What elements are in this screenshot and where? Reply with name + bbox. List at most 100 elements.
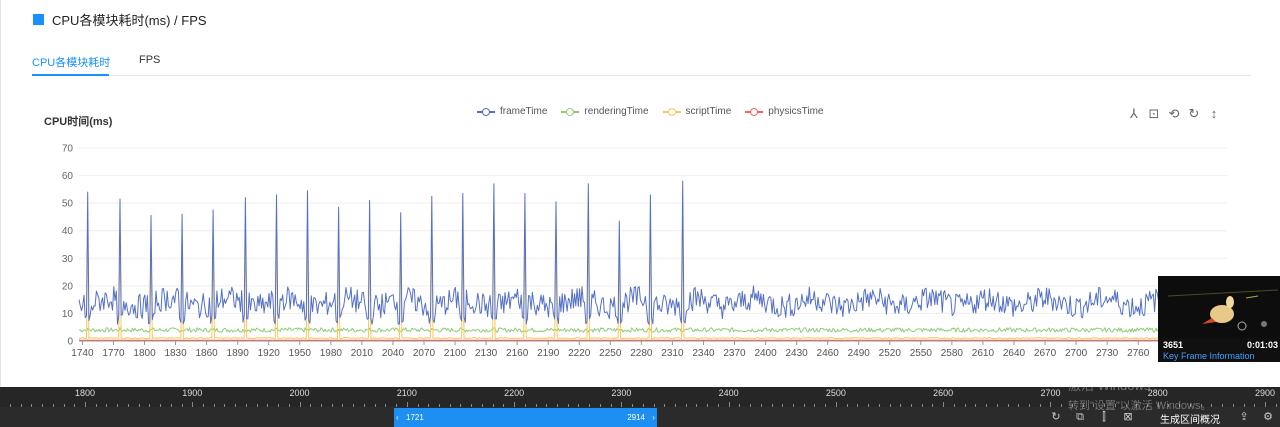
y-tick-label: 30 <box>62 254 74 265</box>
resize-icon[interactable]: ↕ <box>1207 106 1221 122</box>
y-tick-label: 40 <box>62 226 74 237</box>
timeline-tick-label: 1800 <box>74 388 96 398</box>
x-tick-label: 2220 <box>568 348 591 359</box>
x-tick-label: 2190 <box>537 348 560 359</box>
x-tick-label: 2400 <box>754 348 777 359</box>
x-tick-label: 1770 <box>102 348 125 359</box>
tab-fps[interactable]: FPS <box>139 54 160 66</box>
x-tick-label: 2010 <box>351 348 374 359</box>
refresh-icon[interactable]: ↻ <box>1187 106 1201 122</box>
range-end-label: 2914 <box>627 413 645 422</box>
range-selector[interactable]: ‹ 1721 2914 › <box>394 408 657 427</box>
cpu-time-chart[interactable]: 0 10 20 30 40 50 60 70 1740 1770 1800 1830 1860 1890 1… <box>1 130 1241 360</box>
panel-header: CPU各模块耗时(ms) / FPS <box>33 10 207 29</box>
x-tick-label: 2760 <box>1127 348 1150 359</box>
legend-label: frameTime <box>500 106 548 117</box>
x-tick-label: 2670 <box>1034 348 1057 359</box>
x-tick-label: 1860 <box>195 348 218 359</box>
timeline-tick-label: 1900 <box>182 388 203 398</box>
x-tick-label: 1920 <box>258 348 281 359</box>
range-right-handle-icon[interactable]: › <box>652 413 655 422</box>
tab-cpu-modules[interactable]: CPU各模块耗时 <box>32 54 110 70</box>
timeline-tick-label: 2500 <box>825 388 846 398</box>
share-icon[interactable]: ⇪ <box>1236 409 1252 425</box>
y-tick-label: 0 <box>67 337 73 348</box>
legend-item-scripttime[interactable]: scriptTime <box>662 106 732 117</box>
timeline-tick-label: 2700 <box>1040 388 1061 398</box>
x-tick-label: 2250 <box>599 348 622 359</box>
y-tick-label: 20 <box>62 281 74 292</box>
legend-label: renderingTime <box>584 106 649 117</box>
timeline-tick-label: 2200 <box>504 388 525 398</box>
key-frame-number: 3651 <box>1163 340 1184 350</box>
timeline-tick-label: 2300 <box>611 388 632 398</box>
x-tick-label: 2340 <box>692 348 715 359</box>
x-tick-label: 2370 <box>723 348 746 359</box>
x-tick-label: 1950 <box>289 348 312 359</box>
x-tick-label: 1740 <box>71 348 94 359</box>
timeline-tick-label: 2100 <box>396 388 417 398</box>
key-frame-thumbnail <box>1158 276 1280 338</box>
key-frame-popup[interactable]: 3651 0:01:03 Key Frame Information <box>1158 276 1280 362</box>
x-tick-label: 2550 <box>910 348 933 359</box>
legend-item-frametime[interactable]: frameTime <box>477 106 547 117</box>
restore-icon[interactable]: ⟲ <box>1167 106 1181 122</box>
x-tick-label: 1980 <box>320 348 343 359</box>
generate-summary-button[interactable]: 生成区间概况 <box>1160 411 1220 426</box>
range-left-handle-icon[interactable]: ‹ <box>396 413 399 422</box>
windows-watermark: 激活 Windows <box>1068 378 1151 393</box>
timeline-tick-label: 2000 <box>289 388 310 398</box>
chart-legend: frameTime renderingTime scriptTime physi… <box>477 106 823 117</box>
x-tick-label: 2730 <box>1096 348 1119 359</box>
x-tick-label: 2640 <box>1003 348 1026 359</box>
key-frame-caption: Key Frame Information <box>1163 351 1255 361</box>
x-tick-label: 2430 <box>785 348 808 359</box>
x-tick-label: 2100 <box>444 348 467 359</box>
chart-toolbox: ⅄ ⊡ ⟲ ↻ ↕ <box>1127 106 1221 122</box>
timeline-tick-label: 2600 <box>933 388 954 398</box>
key-frame-time: 0:01:03 <box>1246 340 1278 350</box>
y-axis-label: CPU时间(ms) <box>44 116 113 128</box>
panel-title: CPU各模块耗时(ms) / FPS <box>52 13 207 28</box>
zoom-icon[interactable]: ⅄ <box>1127 106 1141 122</box>
x-tick-label: 2130 <box>475 348 498 359</box>
timeline-tick-label: 2900 <box>1254 388 1276 398</box>
reload-icon[interactable]: ↻ <box>1048 409 1064 425</box>
x-tick-label: 1890 <box>227 348 250 359</box>
settings-icon[interactable]: ⚙ <box>1260 409 1276 425</box>
timeline-tick-label: 2400 <box>718 388 739 398</box>
tab-active-indicator <box>32 74 109 76</box>
series-line-renderingtime <box>78 327 1227 333</box>
legend-marker-icon <box>745 107 764 117</box>
legend-marker-icon <box>477 107 495 117</box>
y-tick-label: 70 <box>62 144 74 155</box>
windows-watermark-hint: 转到"设置"以激活 Windows。 <box>1068 400 1212 412</box>
x-tick-label: 1830 <box>164 348 187 359</box>
legend-marker-icon <box>561 107 580 117</box>
y-tick-label: 10 <box>62 309 74 320</box>
x-tick-label: 2580 <box>941 348 964 359</box>
x-tick-label: 2610 <box>972 348 995 359</box>
y-tick-label: 60 <box>62 171 74 182</box>
x-tick-label: 2520 <box>879 348 902 359</box>
series-line-frametime <box>78 180 1228 325</box>
legend-marker-icon <box>662 107 681 117</box>
x-tick-label: 2460 <box>817 348 840 359</box>
zoom-reset-icon[interactable]: ⊡ <box>1147 106 1161 122</box>
tab-bar: CPU各模块耗时 FPS <box>32 48 1251 76</box>
legend-label: scriptTime <box>685 106 732 117</box>
title-marker <box>33 14 44 25</box>
x-tick-label: 2160 <box>506 348 529 359</box>
x-tick-label: 2700 <box>1065 348 1088 359</box>
cpu-panel: CPU各模块耗时(ms) / FPS CPU各模块耗时 FPS CPU时间(ms… <box>0 0 1280 387</box>
x-tick-label: 1800 <box>133 348 156 359</box>
legend-label: physicsTime <box>768 106 824 117</box>
timeline-bar[interactable]: 1800 1900 2000 2100 2200 2300 2400 2500 2600 2700… <box>0 378 1280 427</box>
x-tick-label: 2310 <box>661 348 684 359</box>
x-tick-label: 2490 <box>848 348 871 359</box>
legend-item-physicstime[interactable]: physicsTime <box>745 106 823 117</box>
y-tick-label: 50 <box>62 199 74 210</box>
x-tick-label: 2040 <box>382 348 405 359</box>
x-tick-label: 2070 <box>413 348 436 359</box>
legend-item-renderingtime[interactable]: renderingTime <box>561 106 649 117</box>
